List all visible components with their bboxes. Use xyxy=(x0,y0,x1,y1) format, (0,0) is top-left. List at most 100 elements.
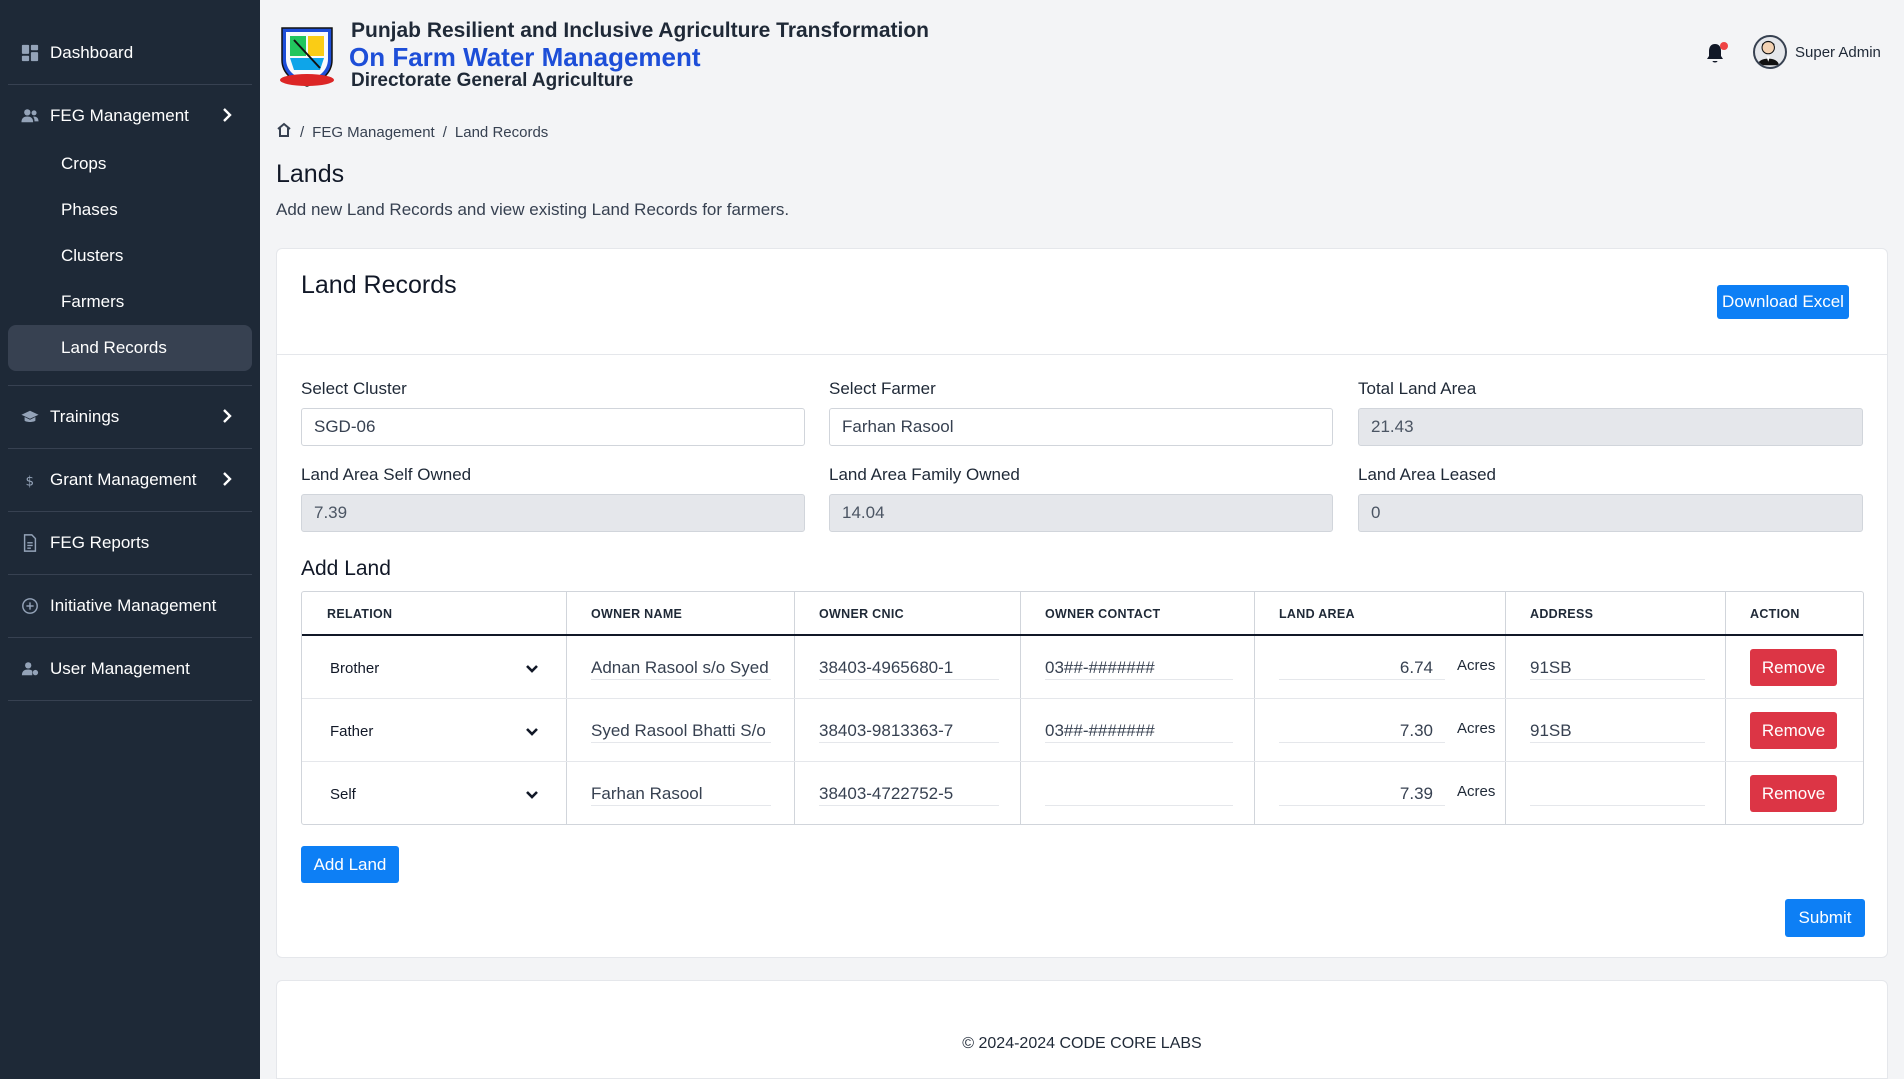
notification-badge xyxy=(1720,42,1728,50)
column-header: OWNER CONTACT xyxy=(1045,607,1161,621)
breadcrumb-item-land-records: Land Records xyxy=(454,123,549,141)
owner-name-input[interactable]: Syed Rasool Bhatti S/o I xyxy=(591,719,771,743)
address-input[interactable]: 91SB xyxy=(1530,656,1705,680)
page-description: Add new Land Records and view existing L… xyxy=(276,200,790,219)
relation-select[interactable]: Self xyxy=(330,782,540,806)
column-header: ACTION xyxy=(1750,607,1800,621)
breadcrumb-item-feg-management[interactable]: FEG Management xyxy=(312,124,435,141)
sidebar-subitem-farmers[interactable]: Farmers xyxy=(8,279,252,325)
owner-cnic-input[interactable]: 38403-4722752-5 xyxy=(819,782,999,806)
select-cluster-input[interactable]: SGD-06 xyxy=(301,408,805,446)
divider xyxy=(8,84,252,85)
sidebar-item-feg-management[interactable]: FEG Management xyxy=(8,91,252,141)
divider xyxy=(8,511,252,512)
column-header: OWNER NAME xyxy=(591,607,683,621)
sidebar-subitem-phases[interactable]: Phases xyxy=(8,187,252,233)
total-land-area-field: 21.43 xyxy=(1358,408,1863,446)
page-title: Lands xyxy=(276,160,345,188)
land-records-card: Land Records Download Excel Select Clust… xyxy=(276,248,1888,958)
sidebar-item-label: Initiative Management xyxy=(50,596,217,615)
sidebar: Dashboard FEG Management Crops Phases Cl… xyxy=(0,0,260,1079)
report-icon xyxy=(20,533,40,553)
acres-unit: Acres xyxy=(1457,720,1496,737)
select-farmer-label: Select Farmer xyxy=(829,379,936,398)
sidebar-item-label: Dashboard xyxy=(50,43,134,62)
submit-button[interactable]: Submit xyxy=(1785,899,1865,937)
owner-cnic-input[interactable]: 38403-9813363-7 xyxy=(819,719,999,743)
land-area-input[interactable]: 7.39 xyxy=(1279,782,1445,806)
remove-button[interactable]: Remove xyxy=(1750,712,1837,749)
breadcrumb: / FEG Management / Land Records xyxy=(276,122,548,142)
add-land-heading: Add Land xyxy=(301,557,391,580)
sidebar-subitem-land-records[interactable]: Land Records xyxy=(8,325,252,371)
divider xyxy=(8,700,252,701)
sidebar-item-label: Trainings xyxy=(50,407,120,426)
table-header: RELATION OWNER NAME OWNER CNIC OWNER CON… xyxy=(302,592,1863,636)
divider xyxy=(8,448,252,449)
self-owned-label: Land Area Self Owned xyxy=(301,465,472,484)
sidebar-item-feg-reports[interactable]: FEG Reports xyxy=(8,518,252,568)
remove-button[interactable]: Remove xyxy=(1750,649,1837,686)
plus-circle-icon xyxy=(20,596,40,616)
sidebar-item-grant-management[interactable]: $ Grant Management xyxy=(8,455,252,505)
owner-name-input[interactable]: Farhan Rasool xyxy=(591,782,771,806)
chevron-down-icon xyxy=(524,660,540,676)
acres-unit: Acres xyxy=(1457,657,1496,674)
owner-contact-input[interactable]: 03##-####### xyxy=(1045,656,1233,680)
chevron-right-icon xyxy=(218,106,236,124)
chevron-right-icon xyxy=(218,470,236,488)
sidebar-item-dashboard[interactable]: Dashboard xyxy=(8,28,252,78)
column-header: ADDRESS xyxy=(1530,607,1594,621)
address-input[interactable] xyxy=(1530,782,1705,806)
logo xyxy=(276,22,338,88)
owner-name-input[interactable]: Adnan Rasool s/o Syed xyxy=(591,656,771,680)
sidebar-subitem-clusters[interactable]: Clusters xyxy=(8,233,252,279)
table-row: Brother Adnan Rasool s/o Syed 38403-4965… xyxy=(302,636,1863,699)
copyright-text: © 2024-2024 CODE CORE LABS xyxy=(962,1035,1202,1052)
owner-contact-input[interactable]: 03##-####### xyxy=(1045,719,1233,743)
app-title: Punjab Resilient and Inclusive Agricultu… xyxy=(351,19,930,42)
user-gear-icon xyxy=(20,659,40,679)
divider xyxy=(8,574,252,575)
sidebar-subitem-crops[interactable]: Crops xyxy=(8,141,252,187)
divider xyxy=(8,637,252,638)
column-header: OWNER CNIC xyxy=(819,607,904,621)
sidebar-item-initiative-management[interactable]: Initiative Management xyxy=(8,581,252,631)
sidebar-item-label: Grant Management xyxy=(50,470,197,489)
self-owned-field: 7.39 xyxy=(301,494,805,532)
sidebar-item-label: FEG Reports xyxy=(50,533,150,552)
select-cluster-label: Select Cluster xyxy=(301,379,407,398)
download-excel-button[interactable]: Download Excel xyxy=(1717,285,1849,319)
sidebar-item-trainings[interactable]: Trainings xyxy=(8,392,252,442)
relation-select[interactable]: Father xyxy=(330,719,540,743)
dollar-icon: $ xyxy=(20,470,40,490)
land-table: RELATION OWNER NAME OWNER CNIC OWNER CON… xyxy=(301,591,1864,825)
dashboard-icon xyxy=(20,43,40,63)
remove-button[interactable]: Remove xyxy=(1750,775,1837,812)
sidebar-item-user-management[interactable]: User Management xyxy=(8,644,252,694)
home-icon[interactable] xyxy=(276,122,292,142)
top-header: Punjab Resilient and Inclusive Agricultu… xyxy=(260,0,1904,110)
avatar[interactable] xyxy=(1753,35,1787,69)
chevron-right-icon xyxy=(218,407,236,425)
relation-select[interactable]: Brother xyxy=(330,656,540,680)
svg-text:$: $ xyxy=(26,473,35,489)
sidebar-item-label: User Management xyxy=(50,659,190,678)
chevron-down-icon xyxy=(524,723,540,739)
column-header: LAND AREA xyxy=(1279,607,1355,621)
select-farmer-input[interactable]: Farhan Rasool xyxy=(829,408,1333,446)
owner-contact-input[interactable] xyxy=(1045,782,1233,806)
table-row: Father Syed Rasool Bhatti S/o I 38403-98… xyxy=(302,699,1863,762)
chevron-down-icon xyxy=(524,786,540,802)
add-land-button[interactable]: Add Land xyxy=(301,846,399,883)
card-title: Land Records xyxy=(301,271,457,299)
owner-cnic-input[interactable]: 38403-4965680-1 xyxy=(819,656,999,680)
user-name[interactable]: Super Admin xyxy=(1795,44,1881,61)
sidebar-item-label: FEG Management xyxy=(50,106,189,125)
land-area-input[interactable]: 7.30 xyxy=(1279,719,1445,743)
address-input[interactable]: 91SB xyxy=(1530,719,1705,743)
app-subtitle: On Farm Water Management xyxy=(349,42,701,72)
notification-bell-icon[interactable] xyxy=(1703,42,1729,68)
total-land-area-label: Total Land Area xyxy=(1358,379,1477,398)
land-area-input[interactable]: 6.74 xyxy=(1279,656,1445,680)
